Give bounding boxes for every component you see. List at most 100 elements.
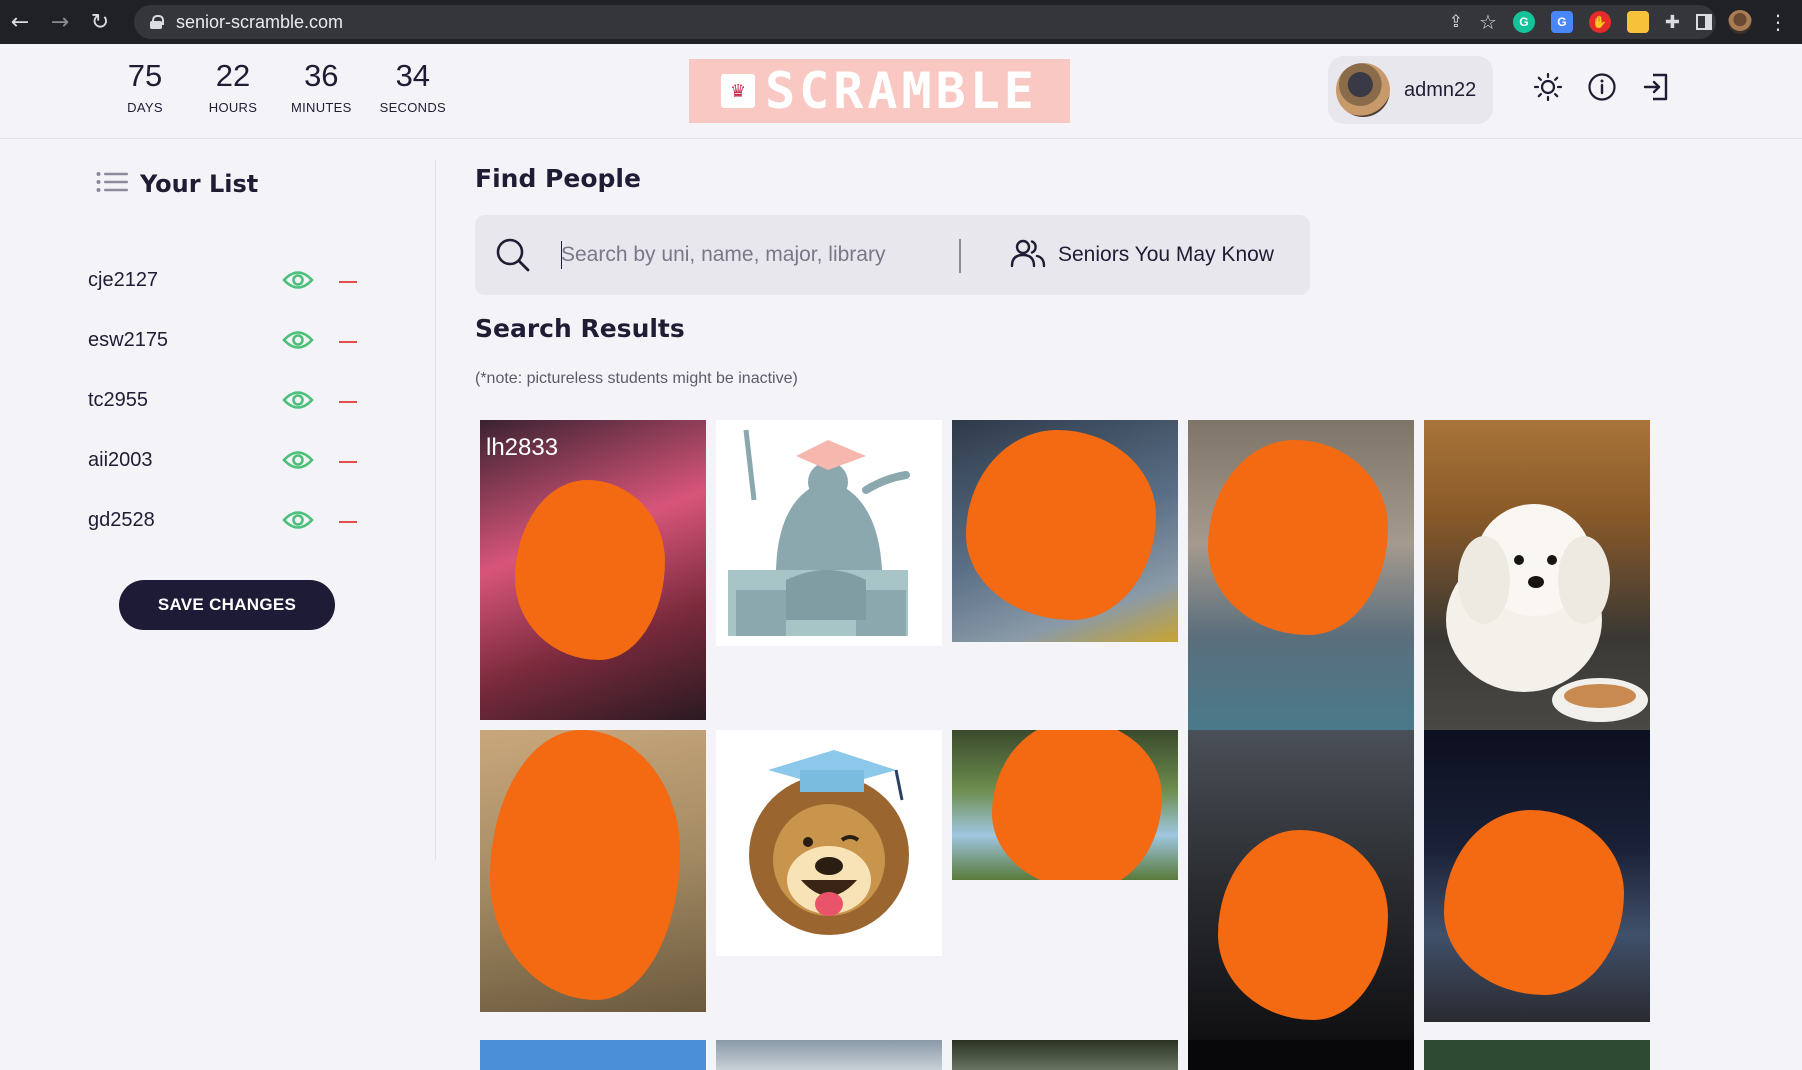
redaction-mark xyxy=(1444,810,1624,995)
result-card[interactable] xyxy=(480,730,706,1012)
view-eye-icon[interactable] xyxy=(282,384,314,416)
stop-hand-extension-icon[interactable]: ✋ xyxy=(1588,11,1611,33)
profile-avatar-icon[interactable] xyxy=(1728,10,1752,34)
people-icon xyxy=(1010,238,1046,272)
countdown-minutes-label: MINUTES xyxy=(291,100,352,115)
remove-minus-icon[interactable] xyxy=(336,384,360,416)
forward-icon[interactable]: → xyxy=(40,0,80,44)
seniors-you-may-know-button[interactable]: Seniors You May Know xyxy=(1010,237,1274,273)
view-eye-icon[interactable] xyxy=(282,504,314,536)
countdown-seconds-value: 34 xyxy=(395,58,431,93)
view-eye-icon[interactable] xyxy=(282,324,314,356)
reload-icon[interactable]: ↻ xyxy=(80,0,120,44)
list-item: esw2175 xyxy=(88,310,368,370)
countdown-seconds-label: SECONDS xyxy=(379,100,446,115)
your-list-header: Your List xyxy=(96,170,258,198)
list-item: gd2528 xyxy=(88,490,368,550)
info-icon[interactable] xyxy=(1584,69,1620,105)
result-card[interactable] xyxy=(952,420,1178,642)
countdown-minutes-value: 36 xyxy=(304,58,339,93)
address-url[interactable]: senior-scramble.com xyxy=(176,12,343,33)
find-people-panel: Find People Seniors You May Know Search … xyxy=(475,140,1775,1070)
list-item: aii2003 xyxy=(88,430,368,490)
scramble-logo[interactable]: ♛ SCRAMBLE xyxy=(689,59,1070,123)
lock-icon xyxy=(150,15,164,29)
remove-minus-icon[interactable] xyxy=(336,324,360,356)
countdown-hours-value: 22 xyxy=(215,58,251,93)
remove-minus-icon[interactable] xyxy=(336,264,360,296)
user-profile-chip[interactable]: admn22 xyxy=(1328,56,1493,124)
result-card[interactable] xyxy=(1424,730,1650,1022)
find-people-heading: Find People xyxy=(475,164,641,193)
redaction-mark xyxy=(966,430,1156,620)
list-item-uni: tc2955 xyxy=(88,388,149,411)
countdown-hours-label: HOURS xyxy=(208,100,258,115)
result-card[interactable] xyxy=(1188,1040,1414,1070)
share-icon[interactable]: ⇪ xyxy=(1449,12,1463,32)
result-card[interactable] xyxy=(1424,420,1650,730)
search-bar: Seniors You May Know xyxy=(475,215,1310,295)
user-name: admn22 xyxy=(1404,78,1477,101)
list-item-uni: gd2528 xyxy=(88,508,155,531)
your-list-title: Your List xyxy=(140,170,259,198)
browser-toolbar: ← → ↻ senior-scramble.com ⇪ ☆ G G ✋ ✚ ⋮ xyxy=(0,0,1802,44)
result-card[interactable] xyxy=(716,730,942,956)
countdown-days: 75 DAYS xyxy=(115,56,175,115)
remove-minus-icon[interactable] xyxy=(336,504,360,536)
countdown-days-label: DAYS xyxy=(127,100,163,115)
back-icon[interactable]: ← xyxy=(0,0,40,44)
countdown-seconds: 34 SECONDS xyxy=(380,56,446,115)
remove-minus-icon[interactable] xyxy=(336,444,360,476)
notes-extension-icon[interactable] xyxy=(1626,11,1649,33)
search-results-heading: Search Results xyxy=(475,314,685,343)
alma-mater-statue-illustration xyxy=(728,429,910,636)
translate-extension-icon[interactable]: G xyxy=(1550,11,1573,33)
view-eye-icon[interactable] xyxy=(282,264,314,296)
search-input[interactable] xyxy=(561,235,941,275)
search-separator xyxy=(959,239,961,273)
sidebar-divider xyxy=(435,160,436,860)
countdown-hours: 22 HOURS xyxy=(203,56,263,115)
result-card[interactable] xyxy=(952,1040,1178,1070)
list-item-uni: aii2003 xyxy=(88,448,153,471)
inactive-note: (*note: pictureless students might be in… xyxy=(475,370,798,387)
countdown-days-value: 75 xyxy=(127,58,163,93)
save-changes-button[interactable]: SAVE CHANGES xyxy=(119,580,335,630)
side-panel-icon[interactable] xyxy=(1696,14,1712,30)
result-card-uni: lh2833 xyxy=(486,434,559,461)
redaction-mark xyxy=(1218,830,1388,1020)
app-header: 75 DAYS 22 HOURS 36 MINUTES 34 SECONDS ♛… xyxy=(0,44,1802,139)
view-eye-icon[interactable] xyxy=(282,444,314,476)
lion-mascot-illustration xyxy=(749,750,909,935)
browser-menu-icon[interactable]: ⋮ xyxy=(1768,10,1788,34)
logout-icon[interactable] xyxy=(1638,69,1674,105)
extensions-puzzle-icon[interactable]: ✚ xyxy=(1665,12,1680,33)
result-card[interactable] xyxy=(1424,1040,1650,1070)
theme-toggle-sun-icon[interactable] xyxy=(1530,69,1566,105)
result-card[interactable] xyxy=(480,1040,706,1070)
grammarly-extension-icon[interactable]: G xyxy=(1512,11,1535,33)
result-card[interactable]: lh2833 xyxy=(480,420,706,720)
list-item: cje2127 xyxy=(88,250,368,310)
result-card[interactable] xyxy=(716,1040,942,1070)
bookmark-star-icon[interactable]: ☆ xyxy=(1479,10,1497,34)
countdown-minutes: 36 MINUTES xyxy=(291,56,352,115)
result-card[interactable] xyxy=(716,420,942,646)
list-item-uni: esw2175 xyxy=(88,328,169,351)
text-caret xyxy=(561,241,562,269)
your-list-sidebar: Your List cje2127 esw2175 tc2955 aii2003 xyxy=(0,140,436,860)
dog-photo xyxy=(1446,504,1648,722)
your-list-items: cje2127 esw2175 tc2955 aii2003 gd2528 xyxy=(88,250,368,550)
redaction-mark xyxy=(1208,440,1388,635)
logo-text: SCRAMBLE xyxy=(765,62,1038,120)
list-icon xyxy=(96,171,128,197)
extensions-area: ⇪ ☆ G G ✋ ✚ ⋮ xyxy=(1449,0,1788,44)
redaction-mark xyxy=(515,480,665,660)
search-icon[interactable] xyxy=(493,235,533,275)
avatar xyxy=(1336,63,1390,117)
result-card[interactable] xyxy=(1188,730,1414,1040)
list-item-uni: cje2127 xyxy=(88,268,159,291)
redaction-mark xyxy=(992,730,1162,880)
result-card[interactable] xyxy=(1188,420,1414,730)
result-card[interactable] xyxy=(952,730,1178,880)
